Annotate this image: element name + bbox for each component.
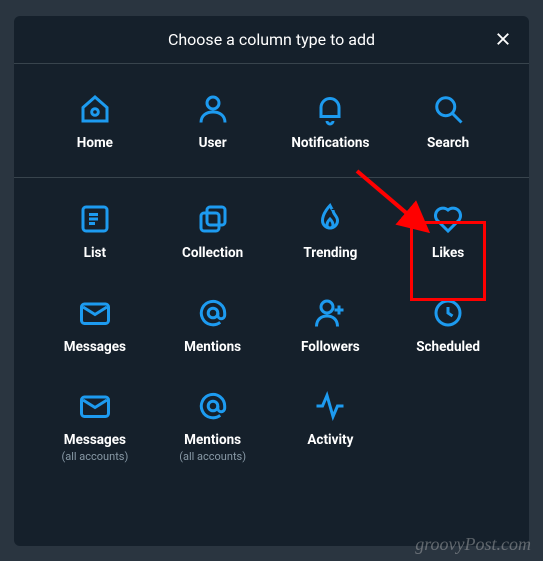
item-likes[interactable]: Likes xyxy=(389,186,507,280)
item-notifications[interactable]: Notifications xyxy=(272,76,390,170)
collection-icon xyxy=(192,198,234,240)
item-label: Followers xyxy=(301,340,360,356)
bell-icon xyxy=(309,88,351,130)
envelope-icon xyxy=(74,385,116,427)
item-label: Notifications xyxy=(291,136,369,152)
item-messages-all[interactable]: Messages (all accounts) xyxy=(36,373,154,481)
item-label: Collection xyxy=(182,246,243,262)
column-type-dialog: Choose a column type to add Home User No… xyxy=(14,16,529,546)
at-icon xyxy=(192,292,234,334)
item-list[interactable]: List xyxy=(36,186,154,280)
item-home[interactable]: Home xyxy=(36,76,154,170)
item-label: Activity xyxy=(307,433,353,449)
row-separator xyxy=(14,177,529,178)
item-label: Home xyxy=(77,136,113,152)
item-label: Mentions xyxy=(184,340,241,356)
item-activity[interactable]: Activity xyxy=(272,373,390,481)
item-user[interactable]: User xyxy=(154,76,272,170)
at-icon xyxy=(192,385,234,427)
item-label: Trending xyxy=(303,246,357,262)
item-collection[interactable]: Collection xyxy=(154,186,272,280)
home-icon xyxy=(74,88,116,130)
dialog-title: Choose a column type to add xyxy=(168,30,375,49)
item-messages[interactable]: Messages xyxy=(36,280,154,374)
item-mentions[interactable]: Mentions xyxy=(154,280,272,374)
item-scheduled[interactable]: Scheduled xyxy=(389,280,507,374)
close-icon xyxy=(494,30,512,48)
dialog-header: Choose a column type to add xyxy=(14,16,529,64)
flame-icon xyxy=(309,198,351,240)
item-label: Likes xyxy=(432,246,464,262)
heart-icon xyxy=(427,198,469,240)
column-type-grid: Home User Notifications Search xyxy=(14,64,529,481)
close-button[interactable] xyxy=(491,27,515,51)
item-label: List xyxy=(84,246,106,262)
item-followers[interactable]: Followers xyxy=(272,280,390,374)
item-label: Mentions xyxy=(184,433,241,449)
search-icon xyxy=(427,88,469,130)
clock-icon xyxy=(427,292,469,334)
item-trending[interactable]: Trending xyxy=(272,186,390,280)
user-plus-icon xyxy=(309,292,351,334)
item-sublabel: (all accounts) xyxy=(179,450,246,463)
item-label: Scheduled xyxy=(416,340,480,356)
item-label: User xyxy=(199,136,227,152)
envelope-icon xyxy=(74,292,116,334)
item-label: Search xyxy=(427,136,469,152)
item-search[interactable]: Search xyxy=(389,76,507,170)
empty-cell xyxy=(389,373,507,481)
item-label: Messages xyxy=(64,433,126,449)
item-sublabel: (all accounts) xyxy=(61,450,128,463)
item-label: Messages xyxy=(64,340,126,356)
user-icon xyxy=(192,88,234,130)
activity-icon xyxy=(309,385,351,427)
list-icon xyxy=(74,198,116,240)
item-mentions-all[interactable]: Mentions (all accounts) xyxy=(154,373,272,481)
